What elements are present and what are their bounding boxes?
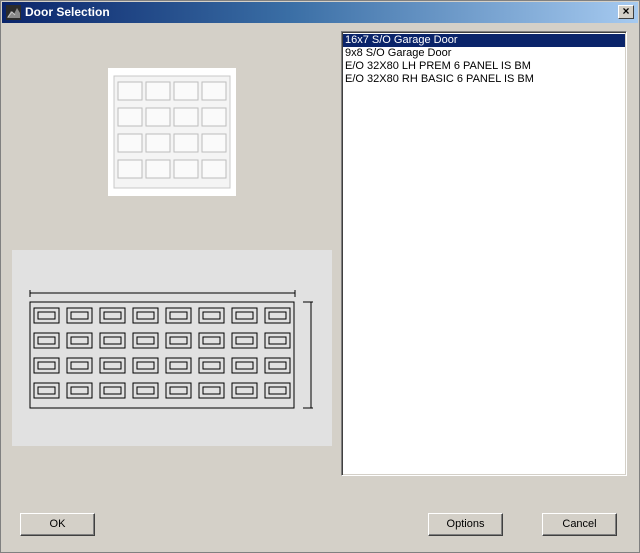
door-list[interactable]: 16x7 S/O Garage Door 9x8 S/O Garage Door E…	[341, 31, 627, 476]
door-list-item[interactable]: E/O 32X80 LH PREM 6 PANEL IS BM	[343, 60, 625, 73]
title-bar[interactable]: Door Selection ×	[2, 2, 638, 23]
close-button[interactable]: ×	[618, 5, 634, 19]
ok-button[interactable]: OK	[20, 513, 95, 536]
door-selection-dialog: Door Selection × 16x7 S/O Garage Door 9x8…	[0, 0, 640, 553]
door-app-icon	[6, 5, 21, 20]
door-list-items: 16x7 S/O Garage Door 9x8 S/O Garage Door E…	[342, 32, 626, 86]
door-list-item[interactable]: 16x7 S/O Garage Door	[343, 34, 625, 47]
window-title: Door Selection	[25, 5, 110, 19]
door-elevation-drawing	[29, 290, 313, 409]
garage-door-image	[113, 75, 231, 189]
door-thumbnail	[108, 68, 236, 196]
cancel-button[interactable]: Cancel	[542, 513, 617, 536]
door-preview	[12, 250, 332, 446]
options-button[interactable]: Options	[428, 513, 503, 536]
door-list-item[interactable]: 9x8 S/O Garage Door	[343, 47, 625, 60]
close-icon: ×	[622, 4, 630, 18]
door-list-item[interactable]: E/O 32X80 RH BASIC 6 PANEL IS BM	[343, 73, 625, 86]
